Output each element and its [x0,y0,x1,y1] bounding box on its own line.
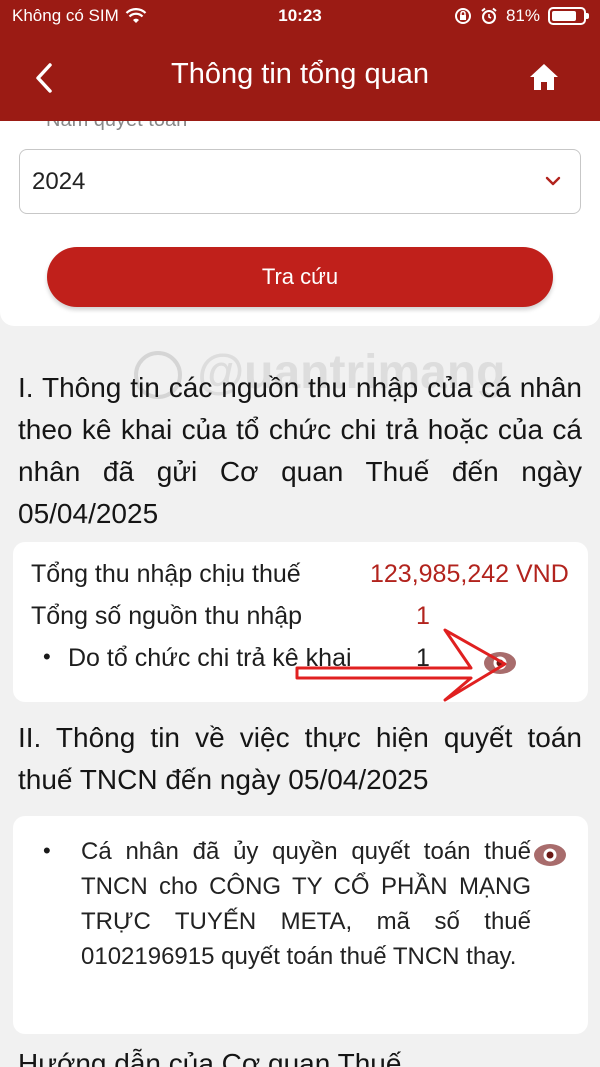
page-title: Thông tin tổng quan [171,58,429,90]
year-select[interactable]: 2024 [19,149,581,214]
settlement-detail: Cá nhân đã ủy quyền quyết toán thuế TNCN… [81,838,531,970]
org-declared-value: 1 [416,644,430,672]
search-button[interactable]: Tra cứu [47,247,553,307]
home-icon[interactable] [526,60,562,94]
section-1-heading: I. Thông tin các nguồn thu nhập của cá n… [18,372,582,529]
total-income-value: 123,985,242 VND [370,560,569,588]
eye-icon[interactable] [533,842,567,868]
org-declared-label: Do tổ chức chi trả kê khai [68,644,352,672]
eye-icon[interactable] [483,650,517,676]
bullet: • [43,644,51,669]
app-header: Không có SIM 10:23 81% Thông tin tổng qu… [0,0,600,121]
battery-fill [552,11,576,21]
battery-icon [548,7,589,25]
alarm-icon [481,7,497,24]
section-3-heading: Hướng dẫn của Cơ quan Thuế [18,1048,402,1067]
income-summary-card: Tổng thu nhập chịu thuế 123,985,242 VND … [13,542,588,702]
status-bar: Không có SIM 10:23 81% [0,0,600,34]
total-income-label: Tổng thu nhập chịu thuế [31,560,301,588]
status-right: 81% [454,6,589,26]
chevron-down-icon [545,176,561,186]
year-select-value: 2024 [32,168,86,195]
search-form-card: Năm quyết toán 2024 Tra cứu [0,121,600,326]
section-2-heading: II. Thông tin về việc thực hiện quyết to… [18,722,582,795]
search-button-label: Tra cứu [261,264,339,289]
income-source-count-value: 1 [416,602,430,630]
settlement-card: • Cá nhân đã ủy quyền quyết toán thuế TN… [13,816,588,1034]
bullet: • [43,838,51,863]
income-source-count-label: Tổng số nguồn thu nhập [31,602,303,630]
battery-percent: 81% [505,6,540,25]
orientation-lock-icon [454,8,471,24]
